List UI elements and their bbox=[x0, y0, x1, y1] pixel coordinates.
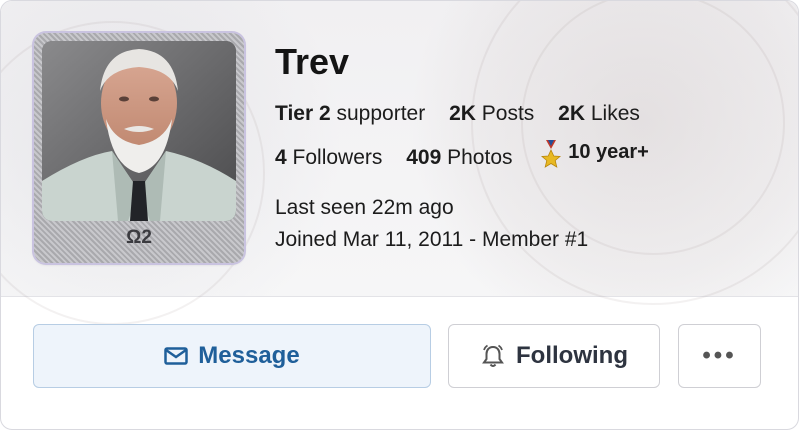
posts-value: 2K bbox=[449, 102, 476, 125]
joined-date: Joined Mar 11, 2011 - Member #1 bbox=[275, 228, 589, 251]
photos-label: Photos bbox=[447, 145, 513, 169]
tier-value: Tier 2 bbox=[275, 102, 331, 125]
photos-stat[interactable]: 409 Photos bbox=[406, 146, 512, 170]
profile-banner: Ω2 Trev Tier 2 supporter 2K Posts 2K Lik… bbox=[1, 1, 798, 325]
banner-decoration bbox=[521, 1, 785, 255]
posts-stat[interactable]: 2K Posts bbox=[449, 102, 534, 126]
following-button[interactable]: Following bbox=[448, 324, 660, 388]
message-button-label: Message bbox=[198, 342, 300, 369]
envelope-icon bbox=[164, 347, 189, 365]
photos-value: 409 bbox=[406, 145, 442, 169]
following-button-label: Following bbox=[516, 342, 628, 369]
followers-value: 4 bbox=[275, 145, 287, 169]
profile-name[interactable]: Trev bbox=[275, 41, 349, 83]
stats-row-2: 4 Followers 409 Photos 10 year+ bbox=[275, 140, 649, 176]
rank-label: Ω2 bbox=[126, 227, 152, 248]
tier-label: supporter bbox=[336, 102, 426, 125]
bell-icon bbox=[482, 344, 504, 367]
likes-stat[interactable]: 2K Likes bbox=[558, 102, 640, 126]
profile-card: Ω2 Trev Tier 2 supporter 2K Posts 2K Lik… bbox=[0, 0, 799, 430]
posts-label: Posts bbox=[481, 102, 535, 125]
stats-row-1: Tier 2 supporter 2K Posts 2K Likes bbox=[275, 102, 658, 126]
more-options-label: ••• bbox=[702, 342, 737, 369]
avatar[interactable]: Ω2 bbox=[34, 33, 244, 263]
tier-stat[interactable]: Tier 2 supporter bbox=[275, 102, 425, 126]
avatar-photo bbox=[42, 41, 236, 221]
badge-label: 10 year+ bbox=[568, 140, 649, 163]
message-button[interactable]: Message bbox=[33, 324, 431, 388]
medal-icon bbox=[540, 140, 562, 176]
followers-stat[interactable]: 4 Followers bbox=[275, 146, 382, 170]
more-options-button[interactable]: ••• bbox=[678, 324, 761, 388]
followers-label: Followers bbox=[292, 145, 383, 169]
likes-value: 2K bbox=[558, 102, 585, 125]
last-seen: Last seen 22m ago bbox=[275, 196, 454, 219]
likes-label: Likes bbox=[590, 102, 640, 125]
